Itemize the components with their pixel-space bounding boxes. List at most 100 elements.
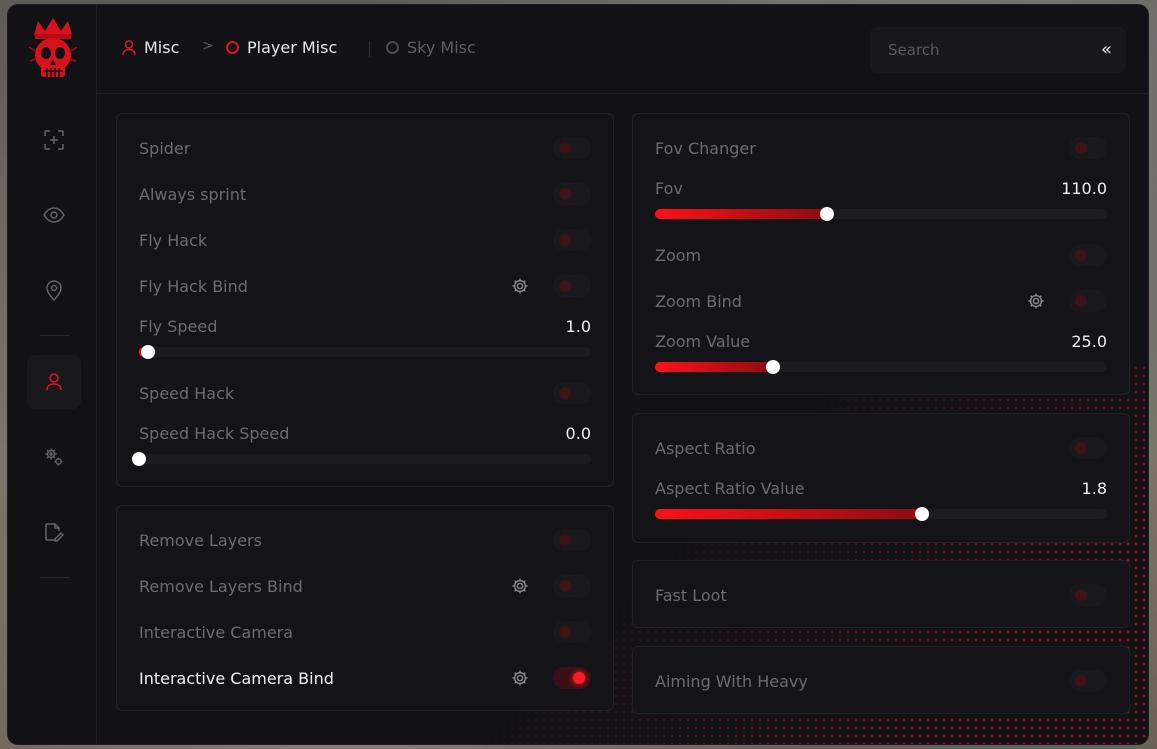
sidebar-divider <box>40 577 70 578</box>
gears-icon[interactable] <box>27 430 81 484</box>
zoom-toggle[interactable] <box>1069 244 1107 266</box>
zoom-value-slider[interactable] <box>655 360 1107 374</box>
fov-value: 110.0 <box>1061 178 1107 198</box>
aspect-ratio-value-slider[interactable] <box>655 507 1107 521</box>
remove-layers-bind-toggle[interactable] <box>553 575 591 597</box>
sidebar-divider <box>40 335 70 336</box>
interactive-camera-label: Interactive Camera <box>139 622 294 642</box>
speed-hack-speed-slider[interactable] <box>132 452 591 466</box>
interactive-camera-toggle[interactable] <box>553 621 591 643</box>
radio-ring-icon <box>386 41 399 54</box>
tab-label: Player Misc <box>247 38 338 57</box>
tab-player-misc[interactable]: Player Misc <box>226 38 337 57</box>
tab-label: Sky Misc <box>407 38 476 57</box>
tab-sky-misc[interactable]: Sky Misc <box>386 38 476 57</box>
fov-label: Fov <box>655 178 683 198</box>
fov-slider[interactable] <box>655 207 1107 221</box>
edit-file-icon[interactable] <box>27 505 81 559</box>
zoom-bind-label: Zoom Bind <box>655 291 742 311</box>
aiming-with-heavy-label: Aiming With Heavy <box>655 671 808 691</box>
fly-speed-value: 1.0 <box>565 316 591 336</box>
interactive-camera-bind-toggle[interactable] <box>553 667 591 689</box>
interactive-camera-row: Interactive Camera <box>139 620 591 644</box>
fly-speed-header: Fly Speed 1.0 <box>139 314 591 338</box>
breadcrumb-label: Misc <box>144 38 180 57</box>
zoom-label: Zoom <box>655 245 702 265</box>
layers-panel: Remove Layers Remove Layers Bind Interac… <box>116 505 614 711</box>
aiming-with-heavy-row: Aiming With Heavy <box>655 669 1107 693</box>
fov-header: Fov 110.0 <box>655 176 1107 200</box>
spider-label: Spider <box>139 138 191 158</box>
user-icon <box>122 39 136 55</box>
fast-loot-panel: Fast Loot <box>632 560 1130 628</box>
zoom-bind-toggle[interactable] <box>1069 290 1107 312</box>
slider-thumb[interactable] <box>765 360 780 374</box>
fly-hack-label: Fly Hack <box>139 230 208 250</box>
always-sprint-row: Always sprint <box>139 182 591 206</box>
fly-hack-toggle[interactable] <box>553 229 591 251</box>
slider-thumb[interactable] <box>914 507 929 521</box>
aspect-ratio-panel: Aspect Ratio Aspect Ratio Value 1.8 <box>632 413 1130 543</box>
cheat-menu-window: Misc > Player Misc Sky Misc « Spider Alw… <box>8 5 1148 744</box>
zoom-row: Zoom <box>655 243 1107 267</box>
aspect-ratio-value-header: Aspect Ratio Value 1.8 <box>655 476 1107 500</box>
location-pin-icon[interactable] <box>27 263 81 317</box>
interactive-camera-bind-label: Interactive Camera Bind <box>139 668 334 688</box>
spider-row: Spider <box>139 136 591 160</box>
zoom-value-value: 25.0 <box>1071 331 1107 351</box>
slider-fill <box>655 362 773 372</box>
fast-loot-row: Fast Loot <box>655 583 1107 607</box>
tab-divider <box>369 41 370 57</box>
speed-hack-label: Speed Hack <box>139 383 235 403</box>
remove-layers-row: Remove Layers <box>139 528 591 552</box>
always-sprint-toggle[interactable] <box>553 183 591 205</box>
breadcrumb-misc[interactable]: Misc <box>122 38 179 57</box>
breadcrumb-separator: > <box>202 38 214 54</box>
aspect-ratio-toggle[interactable] <box>1069 437 1107 459</box>
fov-changer-toggle[interactable] <box>1069 137 1107 159</box>
speed-hack-toggle[interactable] <box>553 382 591 404</box>
aspect-ratio-label: Aspect Ratio <box>655 438 756 458</box>
spider-toggle[interactable] <box>553 137 591 159</box>
search-input[interactable] <box>870 27 1070 73</box>
gear-icon[interactable] <box>1027 292 1045 310</box>
fly-speed-slider[interactable] <box>139 345 591 359</box>
speed-hack-speed-value: 0.0 <box>565 423 591 443</box>
aiming-with-heavy-panel: Aiming With Heavy <box>632 646 1130 714</box>
aspect-ratio-value-value: 1.8 <box>1081 478 1107 498</box>
remove-layers-bind-label: Remove Layers Bind <box>139 576 303 596</box>
slider-thumb[interactable] <box>819 207 834 221</box>
slider-fill <box>655 209 827 219</box>
slider-thumb[interactable] <box>132 452 146 466</box>
remove-layers-bind-row: Remove Layers Bind <box>139 574 591 598</box>
zoom-value-label: Zoom Value <box>655 331 751 351</box>
top-bar: Misc > Player Misc Sky Misc « <box>97 5 1148 94</box>
gear-icon[interactable] <box>511 577 529 595</box>
skull-crown-logo <box>28 18 78 77</box>
eye-icon[interactable] <box>27 188 81 242</box>
radio-ring-icon <box>226 41 239 54</box>
zoom-bind-row: Zoom Bind <box>655 289 1107 313</box>
fly-hack-bind-toggle[interactable] <box>553 275 591 297</box>
fly-hack-bind-row: Fly Hack Bind <box>139 274 591 298</box>
fov-changer-label: Fov Changer <box>655 138 756 158</box>
collapse-icon[interactable]: « <box>1101 41 1112 59</box>
remove-layers-label: Remove Layers <box>139 530 262 550</box>
speed-hack-speed-label: Speed Hack Speed <box>139 423 290 443</box>
gear-icon[interactable] <box>511 277 529 295</box>
sidebar <box>8 5 97 744</box>
slider-thumb[interactable] <box>141 345 156 359</box>
fly-hack-row: Fly Hack <box>139 228 591 252</box>
always-sprint-label: Always sprint <box>139 184 247 204</box>
remove-layers-toggle[interactable] <box>553 529 591 551</box>
aiming-with-heavy-toggle[interactable] <box>1069 670 1107 692</box>
fast-loot-toggle[interactable] <box>1069 584 1107 606</box>
gear-icon[interactable] <box>511 669 529 687</box>
aspect-ratio-row: Aspect Ratio <box>655 436 1107 460</box>
fast-loot-label: Fast Loot <box>655 585 727 605</box>
user-icon[interactable] <box>27 355 81 409</box>
crosshair-icon[interactable] <box>27 113 81 167</box>
speed-hack-speed-header: Speed Hack Speed 0.0 <box>139 421 591 445</box>
search-box: « <box>870 27 1126 73</box>
fov-zoom-panel: Fov Changer Fov 110.0 Zoom Zoom Bind Zoo… <box>632 113 1130 395</box>
